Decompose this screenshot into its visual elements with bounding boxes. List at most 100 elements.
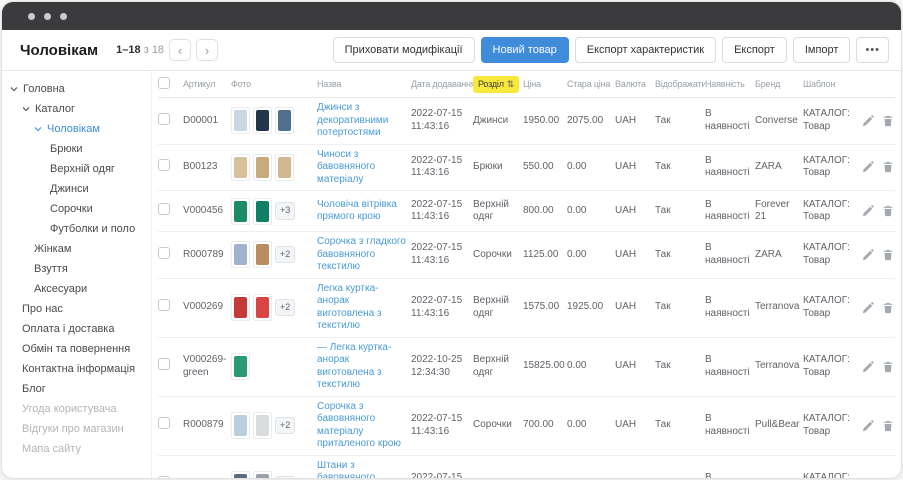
product-photo[interactable]: [231, 198, 250, 225]
edit-icon[interactable]: [862, 302, 874, 314]
delete-icon[interactable]: [882, 302, 894, 314]
row-checkbox[interactable]: [158, 417, 170, 429]
sidebar-item-16[interactable]: Угода користувача: [2, 399, 151, 419]
edit-icon[interactable]: [862, 115, 874, 127]
sidebar-item-17[interactable]: Відгуки про магазин: [2, 419, 151, 439]
product-photo[interactable]: [253, 198, 272, 225]
column-header-6[interactable]: Стара ціна: [567, 79, 615, 89]
more-photos-badge[interactable]: +2: [275, 246, 295, 263]
edit-icon[interactable]: [862, 249, 874, 261]
delete-icon[interactable]: [882, 420, 894, 432]
row-checkbox[interactable]: [158, 113, 170, 125]
row-checkbox[interactable]: [158, 358, 170, 370]
sidebar-item-1[interactable]: Каталог: [2, 99, 151, 119]
product-photo[interactable]: [231, 353, 250, 380]
sidebar-item-7[interactable]: Футболки и поло: [2, 219, 151, 239]
column-header-5[interactable]: Ціна: [523, 79, 567, 89]
export-characteristics-button[interactable]: Експорт характеристик: [575, 37, 716, 63]
sidebar-item-6[interactable]: Сорочки: [2, 199, 151, 219]
product-photo[interactable]: [253, 471, 272, 479]
date-added-cell: 2022-07-15 11:43:16: [411, 151, 473, 184]
sidebar-item-0[interactable]: Головна: [2, 79, 151, 99]
product-photo[interactable]: [231, 412, 250, 439]
row-checkbox[interactable]: [158, 159, 170, 171]
sidebar-item-3[interactable]: Брюки: [2, 139, 151, 159]
window-minimize-button[interactable]: [44, 13, 51, 20]
price-cell: 1950.00: [523, 111, 567, 132]
pagination-next-button[interactable]: ›: [196, 39, 218, 61]
product-photo[interactable]: [253, 412, 272, 439]
sidebar-item-12[interactable]: Оплата і доставка: [2, 319, 151, 339]
product-photo[interactable]: [253, 154, 272, 181]
sidebar-item-8[interactable]: Жінкам: [2, 239, 151, 259]
column-header-9[interactable]: Наявність: [705, 79, 755, 89]
more-photos-badge[interactable]: +3: [275, 202, 295, 219]
delete-icon[interactable]: [882, 249, 894, 261]
sidebar-item-15[interactable]: Блог: [2, 379, 151, 399]
column-header-0[interactable]: Артикул: [183, 79, 231, 89]
row-checkbox[interactable]: [158, 476, 170, 479]
product-name-link[interactable]: Чиноси з бавовняного матеріалу: [317, 149, 375, 185]
sidebar-item-11[interactable]: Про нас: [2, 299, 151, 319]
product-photo[interactable]: [231, 294, 250, 321]
row-checkbox[interactable]: [158, 247, 170, 259]
delete-icon[interactable]: [882, 205, 894, 217]
edit-icon[interactable]: [862, 420, 874, 432]
sidebar-item-5[interactable]: Джинси: [2, 179, 151, 199]
more-photos-badge[interactable]: +2: [275, 417, 295, 434]
product-photo[interactable]: [275, 107, 294, 134]
sidebar-item-4[interactable]: Верхній одяг: [2, 159, 151, 179]
product-photo[interactable]: [231, 154, 250, 181]
column-header-7[interactable]: Валюта: [615, 79, 655, 89]
sidebar-item-18[interactable]: Мапа сайту: [2, 439, 151, 459]
sidebar-item-2[interactable]: Чоловікам: [2, 119, 151, 139]
select-all-checkbox[interactable]: [158, 77, 170, 89]
column-header-1[interactable]: Фото: [231, 79, 317, 89]
product-name-link[interactable]: Штани з бавовняного матеріалу прямого кр…: [317, 460, 404, 480]
product-name-link[interactable]: Джинси з декоративними потертостями: [317, 102, 388, 138]
column-header-8[interactable]: Відображати: [655, 79, 705, 89]
product-photo[interactable]: [275, 154, 294, 181]
product-photo[interactable]: [253, 107, 272, 134]
edit-icon[interactable]: [862, 205, 874, 217]
sidebar-item-14[interactable]: Контактна інформація: [2, 359, 151, 379]
product-photo[interactable]: [253, 241, 272, 268]
table-body: D00001Джинси з декоративними потертостям…: [158, 98, 895, 479]
column-header-4[interactable]: Розділ⇅: [473, 76, 523, 93]
window-maximize-button[interactable]: [60, 13, 67, 20]
more-photos-badge[interactable]: +2: [275, 299, 295, 316]
sidebar-item-10[interactable]: Аксесуари: [2, 279, 151, 299]
product-photo[interactable]: [231, 241, 250, 268]
sidebar-item-13[interactable]: Обмін та повернення: [2, 339, 151, 359]
product-name-link[interactable]: Чоловіча вітрівка прямого крою: [317, 199, 397, 223]
hide-modifications-button[interactable]: Приховати модифікації: [333, 37, 475, 63]
delete-icon[interactable]: [882, 361, 894, 373]
row-checkbox[interactable]: [158, 203, 170, 215]
new-product-button[interactable]: Новий товар: [481, 37, 569, 63]
product-name-link[interactable]: — Легка куртка-анорак виготовлена з текс…: [317, 342, 391, 391]
more-photos-badge[interactable]: +2: [275, 476, 295, 479]
product-photo[interactable]: [231, 471, 250, 479]
delete-icon[interactable]: [882, 115, 894, 127]
row-checkbox[interactable]: [158, 299, 170, 311]
product-photo[interactable]: [253, 294, 272, 321]
column-header-3[interactable]: Дата додавання: [411, 79, 473, 89]
column-header-2[interactable]: Назва: [317, 79, 411, 89]
product-photo[interactable]: [231, 107, 250, 134]
delete-icon[interactable]: [882, 479, 894, 480]
sidebar-item-9[interactable]: Взуття: [2, 259, 151, 279]
pagination-prev-button[interactable]: ‹: [169, 39, 191, 61]
edit-icon[interactable]: [862, 161, 874, 173]
edit-icon[interactable]: [862, 479, 874, 480]
import-button[interactable]: Імпорт: [793, 37, 851, 63]
edit-icon[interactable]: [862, 361, 874, 373]
column-header-10[interactable]: Бренд: [755, 79, 803, 89]
export-button[interactable]: Експорт: [722, 37, 787, 63]
product-name-link[interactable]: Сорочка з гладкого бавовняного текстилю: [317, 236, 406, 272]
product-name-link[interactable]: Легка куртка-анорак виготовлена з тексти…: [317, 283, 382, 332]
more-actions-button[interactable]: •••: [856, 37, 889, 63]
product-name-link[interactable]: Сорочка з бавовняного матеріалу притален…: [317, 401, 401, 450]
window-close-button[interactable]: [28, 13, 35, 20]
delete-icon[interactable]: [882, 161, 894, 173]
column-header-11[interactable]: Шаблон: [803, 79, 856, 89]
